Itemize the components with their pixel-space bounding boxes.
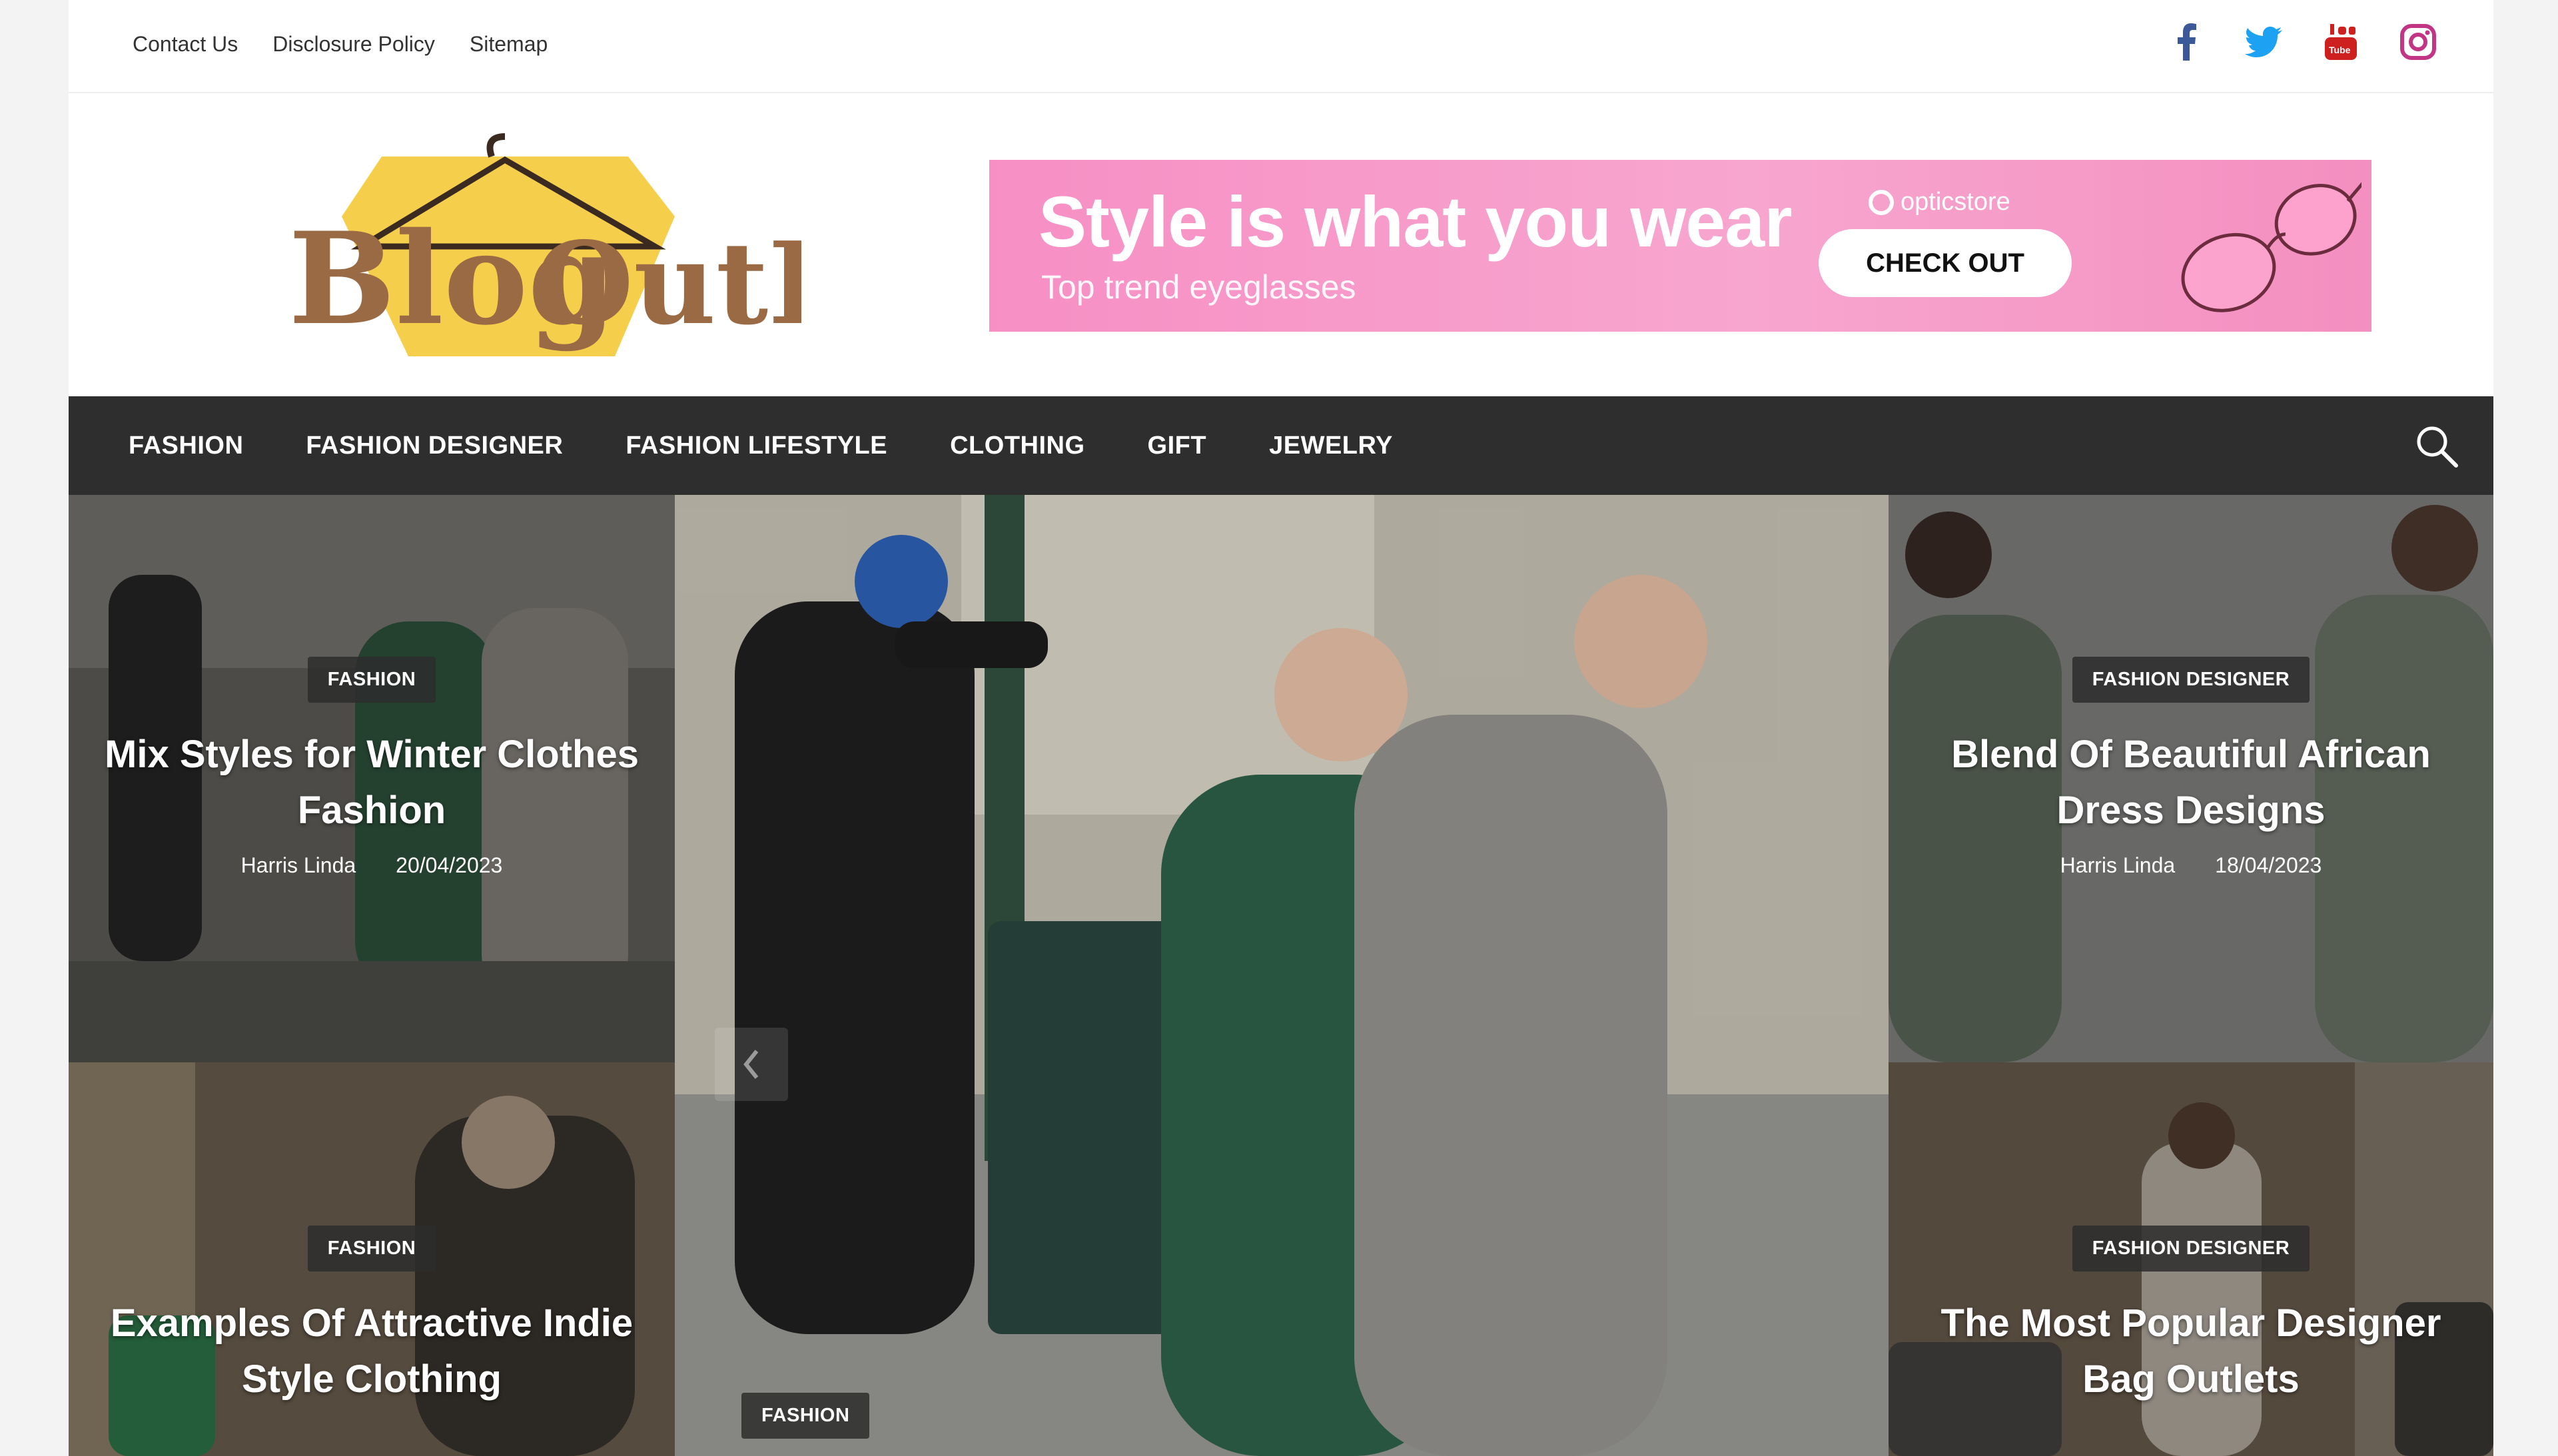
post-card-mix-styles[interactable]: FASHION Mix Styles for Winter Clothes Fa… (69, 495, 675, 1062)
category-badge[interactable]: FASHION (307, 1226, 436, 1272)
top-links: Contact Us Disclosure Policy Sitemap (133, 32, 548, 57)
featured-posts-grid: FASHION Mix Styles for Winter Clothes Fa… (69, 495, 2493, 1456)
banner-brand: opticstore (1869, 188, 2010, 216)
banner-title: Style is what you wear (1039, 181, 1792, 262)
nav-item-fashion-designer[interactable]: FASHION DESIGNER (306, 432, 563, 460)
category-badge[interactable]: FASHION DESIGNER (2072, 657, 2310, 703)
banner-subtitle: Top trend eyeglasses (1041, 268, 1356, 306)
nav-items: FASHION FASHION DESIGNER FASHION LIFESTY… (129, 396, 1393, 495)
post-title[interactable]: The Most Popular Designer Bag Outlets (1889, 1295, 2493, 1407)
banner-brand-name: opticstore (1901, 188, 2010, 216)
featured-slide[interactable]: FASHION (675, 495, 1889, 1456)
post-card-african-dress[interactable]: FASHION DESIGNER Blend Of Beautiful Afri… (1889, 495, 2493, 1062)
slider-prev-button[interactable] (715, 1028, 788, 1101)
post-date: 18/04/2023 (2215, 853, 2322, 877)
search-icon[interactable] (2413, 423, 2460, 470)
post-content: FASHION Mix Styles for Winter Clothes Fa… (69, 657, 675, 878)
top-bar: Contact Us Disclosure Policy Sitemap Tub… (69, 0, 2493, 93)
svg-text:Tube: Tube (2329, 45, 2351, 55)
social-links: Tube (2164, 20, 2440, 64)
opticstore-logo-icon (1869, 189, 1894, 215)
site-header: Blog OutFit Style is what you wear Top t… (69, 93, 2493, 396)
post-meta: Harris Linda 18/04/2023 (1889, 853, 2493, 878)
contact-us-link[interactable]: Contact Us (133, 32, 238, 57)
nav-item-fashion-lifestyle[interactable]: FASHION LIFESTYLE (626, 432, 887, 460)
main-navigation: FASHION FASHION DESIGNER FASHION LIFESTY… (69, 396, 2493, 495)
nav-item-fashion[interactable]: FASHION (129, 432, 243, 460)
nav-item-clothing[interactable]: CLOTHING (950, 432, 1084, 460)
post-content: FASHION Examples Of Attractive Indie Sty… (69, 1226, 675, 1407)
instagram-icon[interactable] (2396, 20, 2440, 64)
facebook-icon[interactable] (2164, 20, 2208, 64)
slide-overlay (675, 495, 1889, 1456)
eyeglasses-icon (2181, 179, 2361, 312)
disclosure-policy-link[interactable]: Disclosure Policy (272, 32, 435, 57)
post-title[interactable]: Mix Styles for Winter Clothes Fashion (69, 727, 675, 839)
category-badge[interactable]: FASHION (307, 657, 436, 703)
site-logo[interactable]: Blog OutFit (215, 130, 944, 356)
post-card-indie-style[interactable]: FASHION Examples Of Attractive Indie Sty… (69, 1062, 675, 1456)
post-title[interactable]: Blend Of Beautiful African Dress Designs (1889, 727, 2493, 839)
post-author[interactable]: Harris Linda (241, 853, 356, 878)
chevron-left-icon (743, 1050, 759, 1079)
ad-banner[interactable]: Style is what you wear Top trend eyeglas… (989, 160, 2371, 332)
sitemap-link[interactable]: Sitemap (470, 32, 548, 57)
svg-text:OutFit: OutFit (535, 217, 801, 350)
youtube-icon[interactable]: Tube (2319, 20, 2363, 64)
post-date: 20/04/2023 (396, 853, 503, 877)
post-content: FASHION DESIGNER The Most Popular Design… (1889, 1226, 2493, 1407)
check-out-button[interactable]: CHECK OUT (1819, 229, 2072, 297)
post-title[interactable]: Examples Of Attractive Indie Style Cloth… (69, 1295, 675, 1407)
nav-item-gift[interactable]: GIFT (1148, 432, 1207, 460)
category-badge[interactable]: FASHION (741, 1393, 870, 1439)
nav-item-jewelry[interactable]: JEWELRY (1269, 432, 1393, 460)
page-frame: Contact Us Disclosure Policy Sitemap Tub… (69, 0, 2493, 1456)
category-badge[interactable]: FASHION DESIGNER (2072, 1226, 2310, 1272)
post-card-designer-bags[interactable]: FASHION DESIGNER The Most Popular Design… (1889, 1062, 2493, 1456)
post-content: FASHION DESIGNER Blend Of Beautiful Afri… (1889, 657, 2493, 878)
post-meta: Harris Linda 20/04/2023 (69, 853, 675, 878)
twitter-icon[interactable] (2242, 20, 2286, 64)
post-author[interactable]: Harris Linda (2060, 853, 2176, 878)
